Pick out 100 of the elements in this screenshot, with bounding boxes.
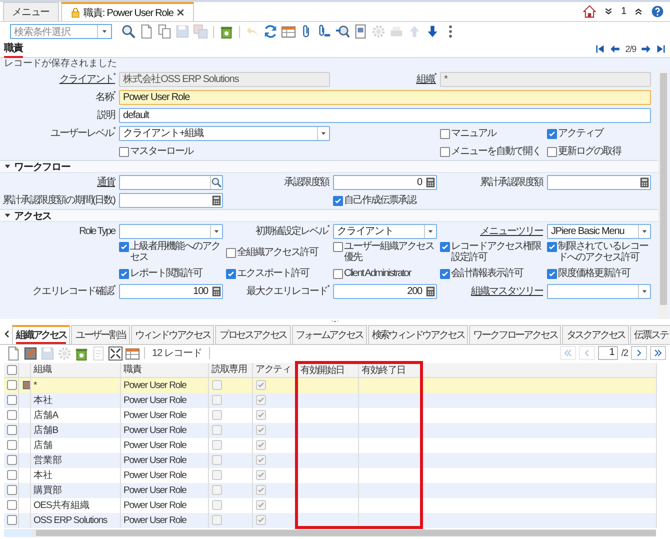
checkbox[interactable] (119, 146, 129, 156)
checkbox[interactable] (7, 380, 17, 390)
document-button[interactable] (6, 346, 21, 360)
search-field[interactable] (119, 174, 223, 190)
checkbox[interactable] (7, 440, 17, 450)
checkbox[interactable] (440, 242, 450, 252)
expand-button[interactable] (108, 346, 123, 360)
checkbox[interactable] (547, 268, 557, 278)
table-row[interactable]: OSS ERP Solutions Power User Role (4, 512, 656, 528)
calculator-icon[interactable] (210, 286, 222, 296)
trash-button[interactable] (219, 24, 234, 39)
dropdown[interactable]: クライアント+組織 (119, 126, 330, 140)
checkbox[interactable] (547, 242, 557, 252)
down-arrow-button[interactable] (425, 24, 440, 39)
number-field[interactable]: 100 (119, 284, 223, 298)
section-header[interactable]: アクセス (0, 209, 658, 222)
tab[interactable]: ユーザー割当 (71, 325, 130, 344)
tab[interactable]: フォームアクセス (292, 325, 367, 344)
tab[interactable]: 検索ウィンドウアクセス (368, 325, 468, 344)
text-field[interactable]: * (440, 72, 651, 86)
number-field[interactable]: 200 (333, 284, 437, 298)
chevron-left-icon[interactable] (3, 330, 11, 338)
home-icon[interactable] (583, 5, 596, 18)
next-page-button[interactable] (631, 346, 647, 360)
checkbox[interactable] (333, 196, 343, 206)
checkbox[interactable] (440, 146, 450, 156)
right-arrow-icon[interactable] (641, 44, 651, 54)
tab[interactable]: ワークフローアクセス (469, 325, 562, 344)
dropdown[interactable] (547, 284, 651, 298)
copy-button[interactable] (157, 24, 172, 39)
checkbox[interactable] (7, 455, 17, 465)
dropdown[interactable]: クライアント (333, 224, 437, 238)
dropdown[interactable]: JPiere Basic Menu (547, 224, 651, 238)
close-icon[interactable] (176, 8, 186, 17)
field-link[interactable]: メニューツリー (440, 224, 544, 238)
zoom-button[interactable] (335, 24, 350, 39)
search-icon[interactable] (211, 176, 222, 188)
checkbox[interactable] (333, 268, 343, 278)
number-field[interactable]: 0 (333, 174, 437, 190)
checkbox[interactable] (7, 395, 17, 405)
checkbox[interactable] (7, 364, 17, 375)
number-field[interactable] (119, 192, 223, 208)
checkbox[interactable] (7, 500, 17, 510)
text-field[interactable]: Power User Role (119, 90, 651, 104)
paperclip-button[interactable] (317, 24, 332, 39)
checkbox[interactable] (547, 128, 557, 138)
field-link[interactable]: 組織マスタツリー (440, 284, 544, 298)
checkbox[interactable] (119, 268, 129, 278)
number-field[interactable] (547, 174, 651, 190)
left-arrow-icon[interactable] (610, 44, 620, 54)
last-page-button[interactable] (650, 346, 666, 360)
tab[interactable]: メニュー (3, 2, 59, 21)
calculator-icon[interactable] (424, 286, 436, 296)
checkbox[interactable] (7, 425, 17, 435)
text-field[interactable]: 株式会社OSS ERP Solutions (119, 72, 330, 86)
checkbox[interactable] (333, 242, 343, 252)
checkbox[interactable] (7, 410, 17, 420)
first-record-icon[interactable] (595, 44, 606, 54)
calculator-icon[interactable] (424, 176, 436, 188)
page-field[interactable]: 1 (598, 346, 618, 360)
tab[interactable]: 伝票ステ (630, 325, 670, 344)
last-record-icon[interactable] (656, 44, 666, 54)
calculator-icon[interactable] (210, 194, 222, 206)
checkbox[interactable] (440, 128, 450, 138)
tab[interactable]: ウィンドウアクセス (130, 325, 214, 344)
checkbox[interactable] (7, 470, 17, 480)
search-dropdown[interactable]: 検索条件選択 (10, 24, 112, 39)
tab[interactable]: タスクアクセス (562, 325, 630, 344)
refresh-button[interactable] (263, 24, 278, 39)
field-link[interactable]: クライアント$^{*}$ (0, 72, 116, 86)
scrollbar[interactable] (4, 529, 656, 537)
calculator-icon[interactable] (638, 176, 650, 188)
text-field[interactable]: default (119, 108, 651, 122)
table-row[interactable]: 購買部 Power User Role (4, 482, 656, 498)
checkbox[interactable] (7, 515, 17, 525)
table-row[interactable]: 本社 Power User Role (4, 392, 656, 408)
checkbox[interactable] (119, 242, 129, 252)
checkbox[interactable] (7, 485, 17, 495)
table-button[interactable] (281, 24, 296, 39)
tab[interactable]: 職責: Power User Role (60, 2, 194, 21)
scrollbar[interactable] (658, 70, 668, 319)
help-icon[interactable] (651, 5, 664, 18)
tab[interactable]: プロセスアクセス (215, 325, 291, 344)
double-chevron-up-icon[interactable] (634, 7, 643, 16)
checkbox[interactable] (226, 248, 236, 258)
tab[interactable]: 組織アクセス (12, 325, 70, 344)
checkbox[interactable] (440, 268, 450, 278)
field-link[interactable]: 組織$^{*}$ (333, 72, 437, 86)
search-button[interactable] (121, 24, 136, 39)
table-row[interactable]: * Power User Role (4, 378, 656, 392)
document-button[interactable] (139, 24, 154, 39)
double-chevron-down-icon[interactable] (604, 7, 614, 16)
checkbox[interactable] (226, 268, 236, 278)
field-link[interactable]: 通貨 (0, 175, 116, 189)
table-row[interactable]: 店舗B Power User Role (4, 422, 656, 438)
dropdown[interactable] (119, 224, 223, 238)
table-row[interactable]: 営業部 Power User Role (4, 452, 656, 468)
report-button[interactable] (353, 24, 368, 39)
table-button[interactable] (125, 346, 140, 360)
edit-icon[interactable] (22, 380, 29, 390)
